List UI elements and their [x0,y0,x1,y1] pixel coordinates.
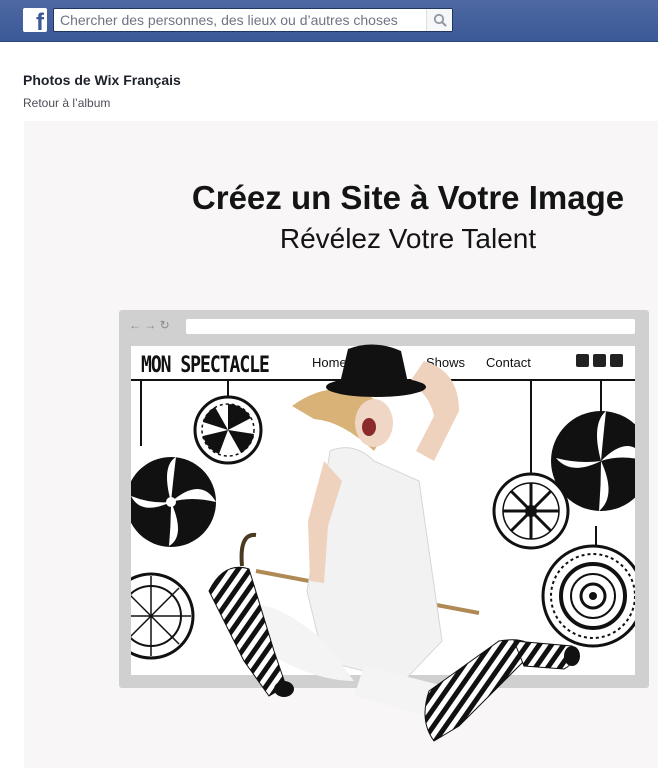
back-to-album-link[interactable]: Retour à l’album [23,96,110,110]
facebook-logo-letter: f [36,9,44,33]
magnifier-icon [433,13,447,27]
top-navigation-bar: f [0,0,658,42]
facebook-logo-icon[interactable]: f [23,8,47,32]
search-input[interactable] [54,9,426,31]
search-box [53,8,453,32]
search-button[interactable] [426,9,452,31]
dancer-figure-illustration [208,344,580,742]
album-title: Photos de Wix Français [23,72,181,88]
album-photo[interactable]: Créez un Site à Votre Image Révélez Votr… [24,121,658,768]
